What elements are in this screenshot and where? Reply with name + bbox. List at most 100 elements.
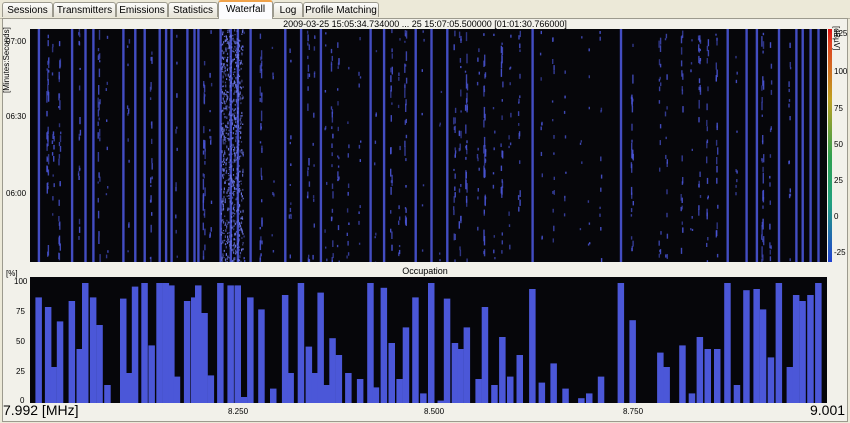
waterfall-noise-speck — [235, 83, 237, 86]
waterfall-noise-speck — [234, 178, 236, 180]
scale-tick: 25 — [834, 176, 843, 185]
tab-profile-matching[interactable]: Profile Matching — [303, 2, 379, 17]
waterfall-noise-speck — [232, 113, 234, 116]
waterfall-trace — [149, 51, 153, 262]
waterfall-noise-speck — [237, 148, 239, 152]
waterfall-noise-speck — [232, 212, 234, 214]
waterfall-trace — [390, 29, 393, 251]
occupation-bar — [688, 393, 696, 403]
waterfall-noise-speck — [228, 207, 230, 210]
waterfall-trace — [306, 30, 311, 262]
occupation-bar — [317, 292, 324, 403]
waterfall-noise-speck — [228, 168, 230, 171]
waterfall-trace — [630, 43, 634, 252]
waterfall-trace — [658, 37, 662, 258]
waterfall-noise-speck — [227, 31, 229, 33]
tab-log[interactable]: Log — [273, 2, 303, 17]
waterfall-noise-speck — [226, 68, 228, 72]
waterfall-trace — [439, 90, 443, 262]
waterfall-noise-speck — [236, 146, 238, 148]
waterfall-plot[interactable] — [30, 29, 827, 262]
waterfall-noise-speck — [237, 56, 239, 58]
waterfall-noise-speck — [222, 208, 225, 211]
waterfall-trace — [122, 29, 125, 262]
waterfall-noise-speck — [234, 41, 236, 44]
waterfall-noise-speck — [235, 56, 237, 58]
waterfall-noise-speck — [232, 58, 234, 62]
waterfall-noise-speck — [220, 110, 222, 113]
waterfall-trace — [539, 30, 543, 240]
waterfall-noise-speck — [231, 153, 233, 155]
waterfall-trace — [84, 29, 87, 262]
waterfall-trace — [271, 46, 275, 253]
waterfall-noise-speck — [222, 153, 225, 157]
waterfall-noise-speck — [239, 69, 241, 71]
occupation-bar — [733, 385, 741, 403]
waterfall-noise-speck — [227, 208, 229, 211]
waterfall-noise-speck — [228, 106, 230, 109]
occupation-bar — [173, 376, 181, 403]
tab-sessions[interactable]: Sessions — [2, 2, 53, 17]
occupation-bar — [82, 283, 89, 403]
occupation-y-tick: 100 — [14, 277, 28, 286]
waterfall-noise-speck — [224, 152, 226, 155]
waterfall-noise-speck — [226, 257, 228, 260]
tab-emissions[interactable]: Emissions — [116, 2, 168, 17]
waterfall-noise-speck — [231, 245, 233, 247]
waterfall-noise-speck — [225, 253, 227, 256]
waterfall-noise-speck — [223, 173, 225, 176]
occupation-bar — [657, 352, 664, 403]
tab-waterfall[interactable]: Waterfall — [218, 0, 273, 19]
waterfall-noise-speck — [226, 241, 229, 244]
occupation-chart[interactable] — [30, 277, 827, 403]
waterfall-canvas[interactable] — [30, 29, 827, 262]
waterfall-noise-speck — [236, 183, 238, 187]
waterfall-noise-speck — [224, 181, 226, 184]
waterfall-noise-speck — [242, 96, 244, 99]
waterfall-noise-speck — [223, 92, 225, 95]
waterfall-trace — [202, 61, 206, 260]
waterfall-noise-speck — [232, 34, 234, 37]
waterfall-noise-speck — [232, 191, 234, 193]
occupation-bar — [217, 283, 224, 403]
waterfall-noise-speck — [223, 239, 225, 242]
occupation-bar — [234, 285, 241, 403]
waterfall-noise-speck — [234, 190, 236, 192]
tab-transmitters[interactable]: Transmitters — [53, 2, 116, 17]
waterfall-trace — [517, 30, 521, 212]
scale-tick: -25 — [834, 248, 846, 257]
waterfall-noise-speck — [229, 174, 231, 177]
waterfall-noise-speck — [240, 192, 242, 196]
waterfall-noise-speck — [237, 142, 239, 145]
waterfall-noise-speck — [231, 77, 233, 80]
waterfall-noise-speck — [234, 125, 236, 128]
occupation-bar — [125, 373, 132, 403]
waterfall-noise-speck — [240, 126, 242, 129]
occupation-bar — [538, 382, 546, 403]
waterfall-trace — [37, 29, 41, 262]
tab-statistics[interactable]: Statistics — [168, 2, 218, 17]
waterfall-noise-speck — [241, 114, 243, 117]
waterfall-noise-speck — [239, 170, 241, 172]
waterfall-noise-speck — [232, 37, 234, 40]
waterfall-noise-speck — [229, 159, 231, 162]
waterfall-noise-speck — [227, 56, 229, 59]
waterfall-trace — [324, 32, 328, 262]
waterfall-noise-speck — [232, 196, 234, 199]
waterfall-noise-speck — [234, 112, 236, 114]
waterfall-trace — [421, 30, 425, 252]
waterfall-noise-speck — [226, 91, 228, 93]
occupation-bar — [562, 388, 569, 403]
waterfall-noise-speck — [241, 94, 243, 96]
occupation-bar — [201, 313, 208, 403]
waterfall-noise-speck — [224, 56, 226, 59]
waterfall-y-tick: 06:00 — [6, 189, 27, 198]
waterfall-noise-speck — [239, 136, 241, 139]
occupation-bar — [96, 325, 103, 403]
occupation-bar — [457, 349, 464, 403]
waterfall-noise-speck — [223, 221, 225, 224]
occupation-bar — [148, 345, 155, 403]
waterfall-noise-speck — [229, 42, 231, 44]
waterfall-noise-speck — [234, 151, 236, 154]
occupation-plot[interactable] — [30, 277, 827, 403]
